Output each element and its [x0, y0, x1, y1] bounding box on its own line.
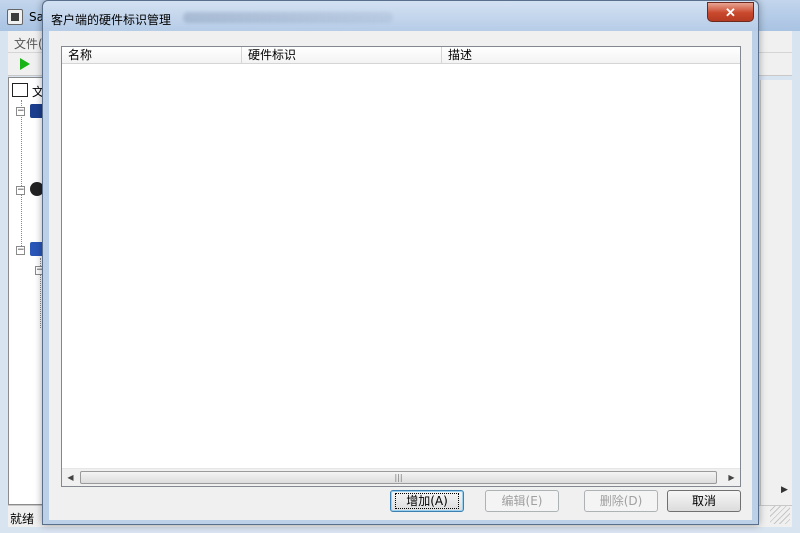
dialog-title: 客户端的硬件标识管理 — [51, 13, 172, 27]
blurred-title-text — [183, 12, 393, 23]
column-header-description[interactable]: 描述 — [442, 47, 740, 64]
resize-grip[interactable] — [770, 506, 790, 524]
list-header: 名称 硬件标识 描述 — [62, 47, 740, 64]
horizontal-scrollbar[interactable]: ◀ ||| ▶ — [62, 468, 740, 486]
scrollbar-thumb[interactable]: ||| — [80, 471, 717, 484]
close-button[interactable]: ✕ — [707, 2, 754, 22]
tree-root-icon — [12, 83, 28, 97]
app-icon — [7, 9, 23, 25]
column-header-hardware-id[interactable]: 硬件标识 — [242, 47, 442, 64]
scroll-right-icon[interactable]: ▶ — [781, 485, 788, 495]
tree-connector-line — [21, 100, 22, 250]
scroll-right-icon[interactable]: ▶ — [723, 469, 740, 486]
delete-button[interactable]: 删除(D) — [584, 490, 658, 512]
tree-collapse-toggle[interactable]: − — [16, 107, 25, 116]
column-header-name[interactable]: 名称 — [62, 47, 242, 64]
status-text: 就绪 — [10, 512, 35, 526]
tree-collapse-toggle[interactable]: − — [16, 186, 25, 195]
cancel-button[interactable]: 取消 — [667, 490, 741, 512]
scroll-left-icon[interactable]: ◀ — [62, 469, 79, 486]
main-right-scrollbar[interactable]: ▶ — [760, 80, 792, 505]
hardware-id-dialog: 客户端的硬件标识管理 ✕ 名称 硬件标识 描述 ◀ ||| ▶ 增加(A) 编辑… — [42, 0, 759, 525]
dialog-client-area: 名称 硬件标识 描述 ◀ ||| ▶ 增加(A) 编辑(E) 删除(D) 取消 — [49, 31, 752, 520]
hardware-id-list[interactable]: 名称 硬件标识 描述 ◀ ||| ▶ — [61, 46, 741, 487]
edit-button[interactable]: 编辑(E) — [485, 490, 559, 512]
menu-file[interactable]: 文件( — [14, 35, 43, 52]
tree-collapse-toggle[interactable]: − — [16, 246, 25, 255]
list-body[interactable] — [62, 65, 740, 467]
add-button-label: 增加(A) — [395, 493, 459, 509]
add-button[interactable]: 增加(A) — [390, 490, 464, 512]
dialog-titlebar[interactable]: 客户端的硬件标识管理 ✕ — [43, 1, 758, 31]
play-icon[interactable] — [20, 58, 30, 70]
